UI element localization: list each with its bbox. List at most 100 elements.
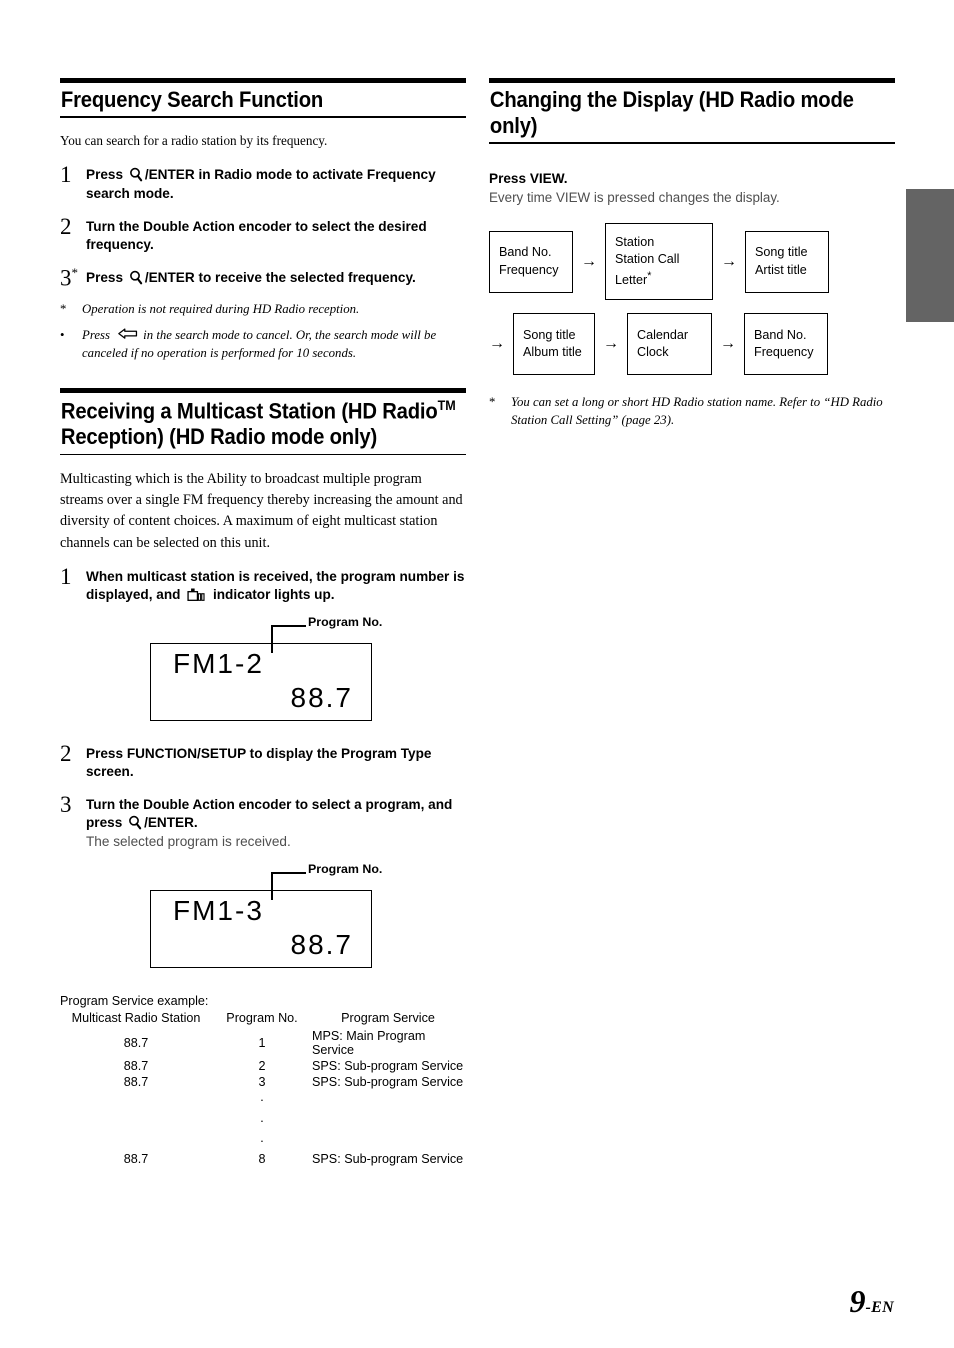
section-heading-multicast: Receiving a Multicast Station (HD RadioT…: [60, 387, 466, 456]
step-number: 1: [60, 162, 72, 188]
section-title-part1: Receiving a Multicast Station (HD Radio: [60, 398, 438, 424]
table-row-ellipsis: ·: [60, 1111, 464, 1131]
cell-program-no: 3: [258, 1075, 266, 1090]
table-row: 88.7 2 SPS: Sub-program Service: [60, 1058, 464, 1074]
step-text-tail: /ENTER.: [144, 815, 198, 831]
section-heading-frequency-search: Frequency Search Function: [60, 78, 466, 118]
trademark-mark: TM: [437, 396, 456, 413]
flow-box-line-2: Clock: [637, 345, 669, 360]
step-subtext: The selected program is received.: [86, 834, 291, 850]
step-number: 2: [60, 213, 72, 239]
cell-program-no: ·: [259, 1113, 265, 1128]
cell-program-service: SPS: Sub-program Service: [312, 1075, 464, 1090]
section-title-part2: Reception) (HD Radio mode only): [60, 424, 378, 450]
flow-box-band-frequency-end: Band No. Frequency: [744, 313, 828, 376]
flow-box-line-2: Album title: [523, 345, 582, 360]
cell-program-no: 2: [258, 1059, 266, 1074]
footnote-marker: *: [489, 395, 496, 410]
flow-arrow-icon: →: [721, 252, 737, 270]
search-icon: [129, 270, 143, 285]
section-intro-text: Multicasting which is the Ability to bro…: [60, 471, 463, 551]
left-column: Frequency Search Function You can search…: [60, 78, 466, 1167]
heading-rule-bottom: [60, 116, 466, 118]
step-2: 2 Press FUNCTION/SETUP to display the Pr…: [60, 741, 466, 781]
flow-arrow-icon: →: [581, 252, 597, 270]
press-view-instruction: Press VIEW.: [489, 170, 568, 186]
step-number: 3: [60, 792, 72, 818]
heading-rule-bottom: [489, 142, 895, 144]
lcd-frequency: 88.7: [290, 929, 353, 961]
press-view-subtext: Every time VIEW is pressed changes the d…: [489, 189, 780, 205]
flow-box-song-album: Song title Album title: [513, 313, 595, 376]
callout-leader-horizontal: [272, 624, 306, 627]
flow-box-line-2: Frequency: [754, 345, 814, 360]
back-arrow-icon: [118, 328, 138, 339]
callout-label: Program No.: [308, 614, 383, 629]
column-header-program-service: Program Service: [341, 1011, 435, 1026]
step-2: 2 Turn the Double Action encoder to sele…: [60, 214, 466, 254]
step-number-value: 3: [60, 265, 72, 291]
footnote-bullet: • Press in the search mode to cancel. Or…: [60, 326, 466, 362]
table-row: 88.7 8 SPS: Sub-program Service: [60, 1151, 464, 1167]
manual-page: Frequency Search Function You can search…: [0, 0, 954, 1348]
column-header-program-no: Program No.: [226, 1011, 298, 1026]
cell-program-service: SPS: Sub-program Service: [312, 1152, 464, 1167]
flow-box-station: Station Station Call Letter*: [605, 222, 713, 301]
step-text: Press FUNCTION/SETUP to display the Prog…: [86, 745, 432, 779]
table-row-ellipsis: ·: [60, 1090, 464, 1110]
flow-box-line-2: Frequency: [499, 262, 559, 277]
flow-box-line-1: Song title: [523, 327, 576, 342]
flow-box-line-1: Station: [615, 234, 655, 249]
lcd-band-program: FM1-2: [173, 647, 264, 679]
cell-station: 88.7: [123, 1075, 149, 1090]
step-number: 3*: [60, 265, 86, 290]
cell-program-no: ·: [259, 1093, 265, 1108]
lcd-screen: FM1-3 88.7: [150, 890, 372, 969]
lcd-screen: FM1-2 88.7: [150, 642, 372, 721]
step-text: Turn the Double Action encoder to select…: [86, 218, 427, 252]
display-flow-row-1: Band No. Frequency → Station Station Cal…: [489, 222, 895, 301]
section-title: Receiving a Multicast Station (HD RadioT…: [60, 393, 466, 454]
step-text: Press /ENTER in Radio mode to activate F…: [86, 162, 466, 202]
search-icon: [129, 815, 142, 830]
section-heading-changing-display: Changing the Display (HD Radio mode only…: [489, 78, 895, 144]
multicast-indicator-icon: [187, 588, 205, 601]
step-number: 2: [60, 740, 72, 766]
table-row-ellipsis: ·: [60, 1131, 464, 1151]
flow-box-line-2: Artist title: [755, 262, 807, 277]
flow-arrow-icon: →: [720, 335, 736, 353]
step-text: When multicast station is received, the …: [86, 564, 466, 604]
cell-program-service: [312, 1090, 464, 1110]
step-text-lead: Press: [86, 167, 127, 183]
flow-arrow-icon: →: [489, 335, 505, 353]
step-1: 1 Press /ENTER in Radio mode to activate…: [60, 162, 466, 202]
column-header-station: Multicast Radio Station: [71, 1011, 201, 1026]
flow-box-line-1: Band No.: [754, 327, 807, 342]
step-3: 3 Turn the Double Action encoder to sele…: [60, 792, 466, 851]
table-header-row: Multicast Radio Station Program No. Prog…: [60, 1010, 464, 1028]
cell-program-no: 1: [258, 1036, 266, 1051]
step-text: Press /ENTER to receive the selected fre…: [86, 265, 416, 290]
program-service-table: Multicast Radio Station Program No. Prog…: [60, 1010, 464, 1167]
lcd-frequency: 88.7: [290, 681, 353, 713]
flow-arrow-icon: →: [603, 335, 619, 353]
section-intro-text: You can search for a radio station by it…: [60, 132, 328, 148]
flow-box-line-1: Band No.: [499, 245, 552, 260]
section-title: Changing the Display (HD Radio mode only…: [489, 87, 854, 139]
section-title: Frequency Search Function: [60, 87, 324, 112]
footnote-text-lead: Press: [82, 327, 114, 342]
bullet-marker: •: [60, 327, 65, 342]
search-icon: [129, 168, 143, 182]
footnote-asterisk: * Operation is not required during HD Ra…: [60, 300, 466, 318]
lcd-figure-2: Program No. FM1-3 88.7: [60, 862, 466, 988]
footnote-asterisk: * You can set a long or short HD Radio s…: [489, 393, 895, 429]
step-text-tail: indicator lights up.: [209, 586, 335, 602]
step-number: 1: [60, 563, 72, 589]
step-text: Turn the Double Action encoder to select…: [86, 792, 466, 851]
footnote-marker: *: [60, 302, 67, 317]
cell-station: 88.7: [123, 1036, 149, 1051]
cell-station: [60, 1131, 212, 1151]
step-text-tail: /ENTER to receive the selected frequency…: [144, 269, 416, 285]
step-footnote-marker: *: [71, 264, 79, 280]
footnote-text: You can set a long or short HD Radio sta…: [511, 395, 883, 428]
